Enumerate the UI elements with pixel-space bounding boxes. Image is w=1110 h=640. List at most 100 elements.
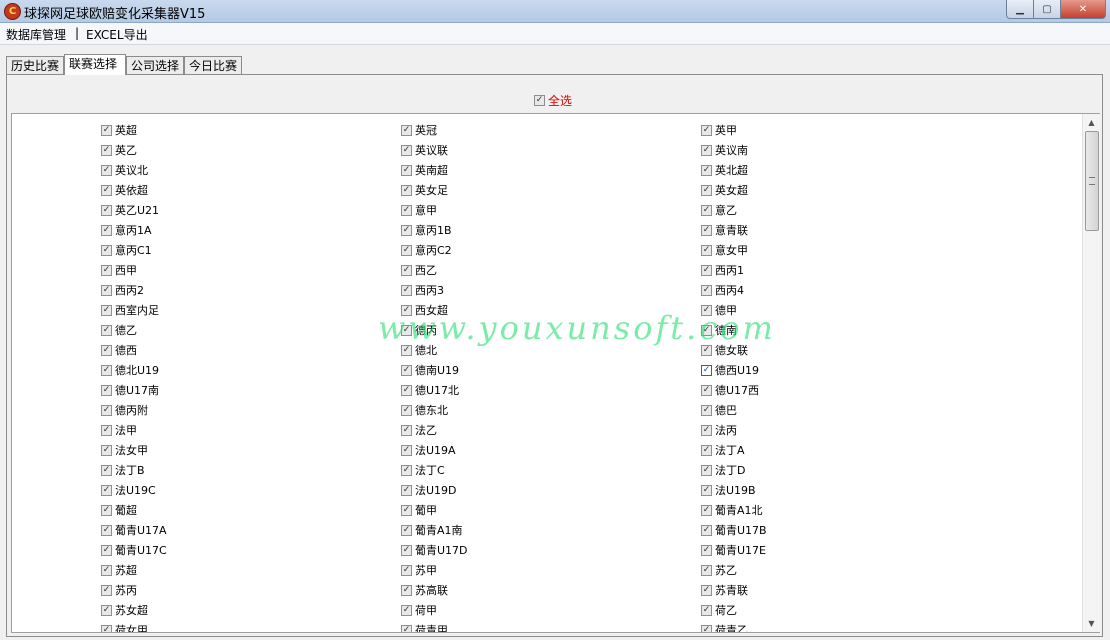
league-checkbox-item[interactable]: ✓ 德南 xyxy=(701,323,737,337)
checkbox-icon[interactable]: ✓ xyxy=(401,544,412,556)
checkbox-icon[interactable]: ✓ xyxy=(401,204,412,216)
scroll-thumb[interactable] xyxy=(1085,131,1099,231)
checkbox-icon[interactable]: ✓ xyxy=(701,524,712,536)
league-checkbox-item[interactable]: ✓ 意乙 xyxy=(701,203,737,217)
checkbox-icon[interactable]: ✓ xyxy=(401,184,412,196)
checkbox-icon[interactable]: ✓ xyxy=(101,124,112,136)
league-checkbox-item[interactable]: ✓ 法女甲 xyxy=(101,443,148,457)
league-checkbox-item[interactable]: ✓ 西丙4 xyxy=(701,283,744,297)
checkbox-icon[interactable]: ✓ xyxy=(701,624,712,632)
checkbox-icon[interactable]: ✓ xyxy=(101,304,112,316)
checkbox-icon[interactable]: ✓ xyxy=(101,204,112,216)
league-checkbox-item[interactable]: ✓ 德北U19 xyxy=(101,363,159,377)
checkbox-icon[interactable]: ✓ xyxy=(101,224,112,236)
league-checkbox-item[interactable]: ✓ 荷乙 xyxy=(701,603,737,617)
league-checkbox-item[interactable]: ✓ 意丙C1 xyxy=(101,243,152,257)
league-checkbox-item[interactable]: ✓ 英乙U21 xyxy=(101,203,159,217)
checkbox-icon[interactable]: ✓ xyxy=(101,564,112,576)
league-checkbox-item[interactable]: ✓ 葡青A1北 xyxy=(701,503,763,517)
checkbox-icon[interactable]: ✓ xyxy=(701,544,712,556)
league-checkbox-item[interactable]: ✓ 德女联 xyxy=(701,343,748,357)
checkbox-icon[interactable]: ✓ xyxy=(101,364,112,376)
league-checkbox-item[interactable]: ✓ 法丙 xyxy=(701,423,737,437)
league-checkbox-item[interactable]: ✓ 苏青联 xyxy=(701,583,748,597)
league-list[interactable]: ✓ 英超 ✓ 英冠 ✓ 英甲 ✓ 英乙 ✓ 英议联 ✓ 英议南 ✓ 英议北 ✓ 英南超 ✓ 英北超 ✓ 英依超 ✓ 英女足… xyxy=(11,113,1100,633)
league-checkbox-item[interactable]: ✓ 英超 xyxy=(101,123,137,137)
tab-league-select[interactable]: 联赛选择 xyxy=(64,54,126,75)
checkbox-icon[interactable]: ✓ xyxy=(101,264,112,276)
league-checkbox-item[interactable]: ✓ 法U19C xyxy=(101,483,156,497)
checkbox-icon[interactable]: ✓ xyxy=(701,184,712,196)
checkbox-icon[interactable]: ✓ xyxy=(701,504,712,516)
league-checkbox-item[interactable]: ✓ 葡青U17A xyxy=(101,523,167,537)
checkbox-icon[interactable]: ✓ xyxy=(101,324,112,336)
checkbox-icon[interactable]: ✓ xyxy=(401,224,412,236)
checkbox-icon[interactable]: ✓ xyxy=(701,304,712,316)
league-checkbox-item[interactable]: ✓ 德乙 xyxy=(101,323,137,337)
league-checkbox-item[interactable]: ✓ 德甲 xyxy=(701,303,737,317)
league-checkbox-item[interactable]: ✓ 德丙附 xyxy=(101,403,148,417)
checkbox-icon[interactable]: ✓ xyxy=(101,184,112,196)
checkbox-icon[interactable]: ✓ xyxy=(101,444,112,456)
checkbox-icon[interactable]: ✓ xyxy=(101,544,112,556)
league-checkbox-item[interactable]: ✓ 葡超 xyxy=(101,503,137,517)
league-checkbox-item[interactable]: ✓ 英北超 xyxy=(701,163,748,177)
league-checkbox-item[interactable]: ✓ 德U17南 xyxy=(101,383,159,397)
menu-excel-export[interactable]: EXCEL导出 xyxy=(86,26,148,43)
checkbox-icon[interactable]: ✓ xyxy=(701,364,712,376)
checkbox-icon[interactable]: ✓ xyxy=(701,224,712,236)
league-checkbox-item[interactable]: ✓ 法甲 xyxy=(101,423,137,437)
checkbox-icon[interactable]: ✓ xyxy=(701,444,712,456)
checkbox-icon[interactable]: ✓ xyxy=(101,484,112,496)
league-checkbox-item[interactable]: ✓ 意丙C2 xyxy=(401,243,452,257)
league-checkbox-item[interactable]: ✓ 意丙1A xyxy=(101,223,152,237)
checkbox-icon[interactable]: ✓ xyxy=(701,464,712,476)
league-checkbox-item[interactable]: ✓ 法U19A xyxy=(401,443,456,457)
checkbox-icon[interactable]: ✓ xyxy=(101,344,112,356)
checkbox-icon[interactable]: ✓ xyxy=(401,484,412,496)
league-checkbox-item[interactable]: ✓ 德东北 xyxy=(401,403,448,417)
checkbox-icon[interactable]: ✓ xyxy=(401,464,412,476)
checkbox-icon[interactable]: ✓ xyxy=(101,144,112,156)
league-checkbox-item[interactable]: ✓ 法U19D xyxy=(401,483,457,497)
checkbox-icon[interactable]: ✓ xyxy=(401,384,412,396)
league-checkbox-item[interactable]: ✓ 荷青乙 xyxy=(701,623,748,632)
checkbox-icon[interactable]: ✓ xyxy=(101,604,112,616)
league-checkbox-item[interactable]: ✓ 英冠 xyxy=(401,123,437,137)
league-checkbox-item[interactable]: ✓ 英女足 xyxy=(401,183,448,197)
league-checkbox-item[interactable]: ✓ 英南超 xyxy=(401,163,448,177)
league-checkbox-item[interactable]: ✓ 苏丙 xyxy=(101,583,137,597)
checkbox-icon[interactable]: ✓ xyxy=(101,584,112,596)
checkbox-icon[interactable]: ✓ xyxy=(101,244,112,256)
league-checkbox-item[interactable]: ✓ 苏超 xyxy=(101,563,137,577)
league-checkbox-item[interactable]: ✓ 德北 xyxy=(401,343,437,357)
minimize-button[interactable]: ▁ xyxy=(1006,0,1034,19)
checkbox-icon[interactable]: ✓ xyxy=(534,95,545,106)
league-checkbox-item[interactable]: ✓ 苏高联 xyxy=(401,583,448,597)
close-button[interactable]: ✕ xyxy=(1060,0,1106,19)
checkbox-icon[interactable]: ✓ xyxy=(401,584,412,596)
checkbox-icon[interactable]: ✓ xyxy=(701,424,712,436)
checkbox-icon[interactable]: ✓ xyxy=(701,324,712,336)
checkbox-icon[interactable]: ✓ xyxy=(401,524,412,536)
league-checkbox-item[interactable]: ✓ 意丙1B xyxy=(401,223,452,237)
checkbox-icon[interactable]: ✓ xyxy=(701,144,712,156)
checkbox-icon[interactable]: ✓ xyxy=(701,284,712,296)
league-checkbox-item[interactable]: ✓ 法U19B xyxy=(701,483,756,497)
league-checkbox-item[interactable]: ✓ 西甲 xyxy=(101,263,137,277)
checkbox-icon[interactable]: ✓ xyxy=(701,484,712,496)
checkbox-icon[interactable]: ✓ xyxy=(401,164,412,176)
league-checkbox-item[interactable]: ✓ 英甲 xyxy=(701,123,737,137)
checkbox-icon[interactable]: ✓ xyxy=(401,424,412,436)
checkbox-icon[interactable]: ✓ xyxy=(101,284,112,296)
checkbox-icon[interactable]: ✓ xyxy=(401,444,412,456)
league-checkbox-item[interactable]: ✓ 意青联 xyxy=(701,223,748,237)
menu-database[interactable]: 数据库管理 xyxy=(6,26,66,43)
league-checkbox-item[interactable]: ✓ 德U17西 xyxy=(701,383,759,397)
league-checkbox-item[interactable]: ✓ 德丙 xyxy=(401,323,437,337)
vertical-scrollbar[interactable]: ▲ ▼ xyxy=(1082,114,1100,632)
league-checkbox-item[interactable]: ✓ 德西 xyxy=(101,343,137,357)
scroll-down-icon[interactable]: ▼ xyxy=(1083,615,1100,632)
league-checkbox-item[interactable]: ✓ 西丙1 xyxy=(701,263,744,277)
league-checkbox-item[interactable]: ✓ 西室内足 xyxy=(101,303,159,317)
